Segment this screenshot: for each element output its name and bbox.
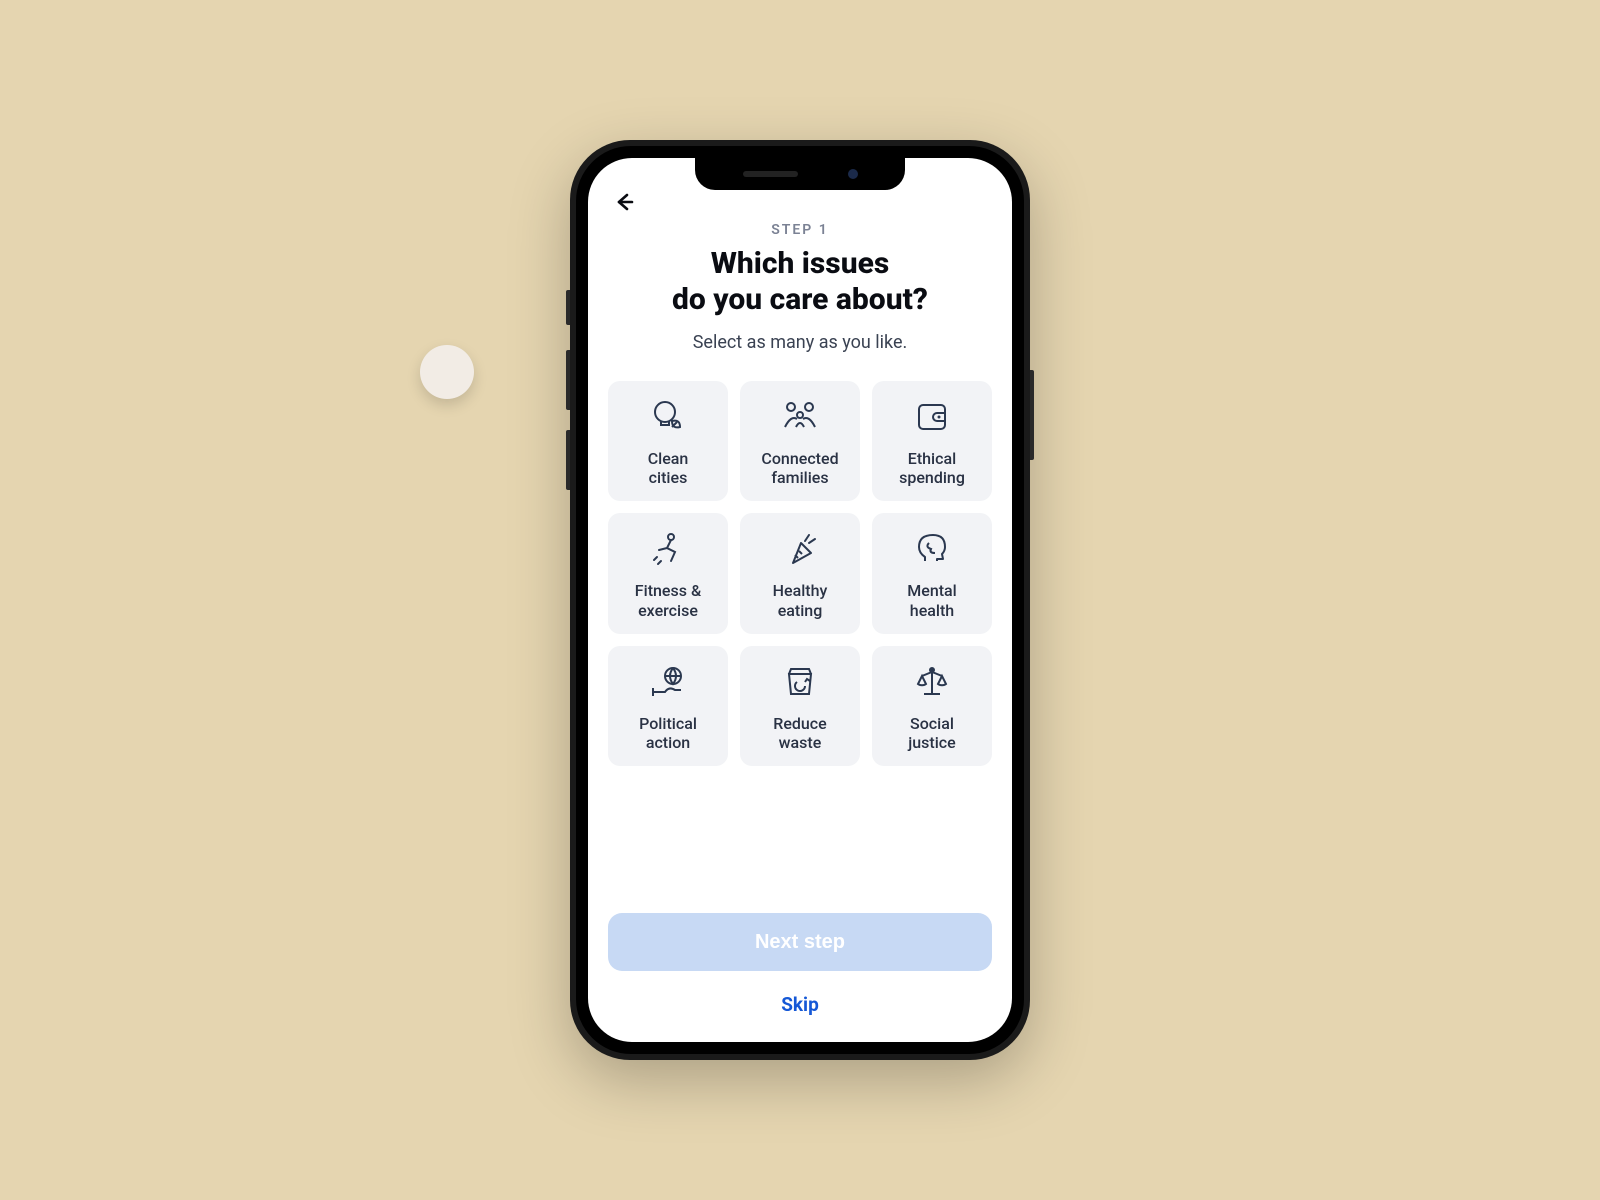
scales-icon	[911, 662, 953, 704]
notch	[695, 158, 905, 190]
next-step-button[interactable]: Next step	[608, 913, 992, 971]
carrot-icon	[779, 529, 821, 571]
issue-card-reduce-waste[interactable]: Reduce waste	[740, 646, 860, 766]
issues-grid: Clean cities Connected families Ethical sp…	[608, 381, 992, 766]
issue-card-healthy-eating[interactable]: Healthy eating	[740, 513, 860, 633]
issue-label: Fitness & exercise	[635, 581, 701, 619]
screen: STEP 1 Which issues do you care about? S…	[588, 158, 1012, 1042]
issue-label: Clean cities	[648, 449, 689, 487]
step-label: STEP 1	[608, 222, 992, 238]
wallet-icon	[911, 397, 953, 439]
page-title: Which issues do you care about?	[608, 246, 992, 318]
running-icon	[647, 529, 689, 571]
issue-label: Healthy eating	[773, 581, 828, 619]
hand-globe-icon	[647, 662, 689, 704]
page-subtitle: Select as many as you like.	[608, 332, 992, 353]
issue-label: Political action	[639, 714, 697, 752]
issue-card-political-action[interactable]: Political action	[608, 646, 728, 766]
issue-card-connected-families[interactable]: Connected families	[740, 381, 860, 501]
issue-card-fitness-exercise[interactable]: Fitness & exercise	[608, 513, 728, 633]
issue-card-ethical-spending[interactable]: Ethical spending	[872, 381, 992, 501]
issue-label: Reduce waste	[773, 714, 826, 752]
issue-card-mental-health[interactable]: Mental health	[872, 513, 992, 633]
issue-label: Social justice	[908, 714, 955, 752]
skip-link[interactable]: Skip	[608, 993, 992, 1016]
arrow-left-icon	[612, 190, 636, 214]
issue-label: Ethical spending	[899, 449, 965, 487]
back-button[interactable]	[608, 186, 640, 218]
issue-label: Connected families	[761, 449, 838, 487]
head-brain-icon	[911, 529, 953, 571]
issue-card-social-justice[interactable]: Social justice	[872, 646, 992, 766]
cursor-indicator	[420, 345, 474, 399]
issue-card-clean-cities[interactable]: Clean cities	[608, 381, 728, 501]
phone-frame: STEP 1 Which issues do you care about? S…	[570, 140, 1030, 1060]
bulb-leaf-icon	[647, 397, 689, 439]
recycle-box-icon	[779, 662, 821, 704]
issue-label: Mental health	[907, 581, 957, 619]
family-icon	[779, 397, 821, 439]
